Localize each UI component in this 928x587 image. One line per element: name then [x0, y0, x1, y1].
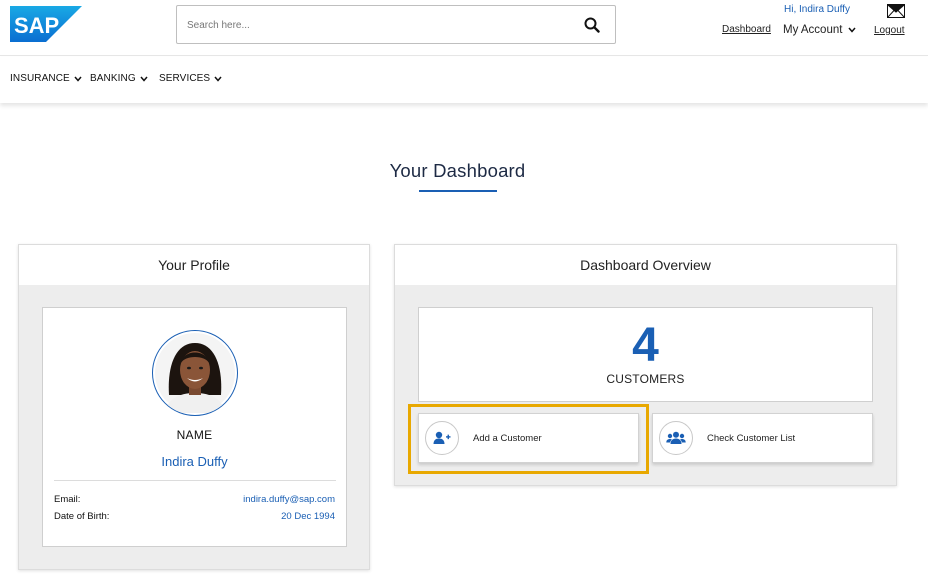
search-button[interactable]	[577, 13, 607, 37]
search-input[interactable]	[187, 14, 567, 36]
nav-item-insurance[interactable]: INSURANCE	[10, 73, 82, 84]
my-account-dropdown[interactable]: My Account	[783, 24, 857, 36]
title-underline	[419, 190, 497, 192]
mail-icon[interactable]	[887, 4, 905, 18]
users-icon	[659, 421, 693, 455]
profile-panel: Your Profile NAME Indira Duffy Email: in…	[18, 244, 370, 570]
search-icon	[584, 17, 600, 33]
chevron-down-icon	[848, 27, 857, 33]
dob-label: Date of Birth:	[54, 511, 110, 522]
search-box	[176, 5, 616, 44]
email-value: indira.duffy@sap.com	[243, 494, 335, 505]
divider	[54, 480, 336, 481]
add-user-icon	[425, 421, 459, 455]
dashboard-link[interactable]: Dashboard	[722, 24, 771, 35]
check-customer-list-label: Check Customer List	[707, 432, 796, 444]
page-title: Your Dashboard	[389, 160, 526, 181]
chevron-down-icon	[214, 76, 222, 82]
nav-item-label: SERVICES	[159, 73, 211, 84]
logout-link[interactable]: Logout	[874, 25, 905, 36]
my-account-label: My Account	[783, 24, 843, 36]
customer-count-label: CUSTOMERS	[606, 372, 685, 386]
customer-count-card: 4 CUSTOMERS	[418, 307, 873, 402]
overview-panel-header: Dashboard Overview	[395, 245, 896, 285]
nav-item-services[interactable]: SERVICES	[159, 73, 222, 84]
name-label: NAME	[176, 428, 213, 442]
user-greeting: Hi, Indira Duffy	[784, 4, 850, 15]
customer-count: 4	[632, 319, 659, 372]
avatar	[152, 330, 238, 416]
profile-name: Indira Duffy	[161, 454, 228, 469]
check-customer-list-button[interactable]: Check Customer List	[652, 413, 873, 463]
profile-card: NAME Indira Duffy Email: indira.duffy@sa…	[42, 307, 347, 547]
dob-value: 20 Dec 1994	[281, 511, 335, 522]
email-label: Email:	[54, 494, 81, 505]
profile-photo	[155, 333, 235, 413]
chevron-down-icon	[74, 76, 82, 82]
main-nav: INSURANCE BANKING SERVICES	[0, 57, 928, 103]
nav-item-label: BANKING	[90, 73, 136, 84]
add-customer-button[interactable]: Add a Customer	[418, 413, 639, 463]
sap-logo[interactable]: SAP	[10, 6, 82, 42]
header: SAP Hi, Indira Duffy Dashboard My Accoun…	[0, 0, 928, 56]
nav-item-label: INSURANCE	[10, 73, 70, 84]
nav-item-banking[interactable]: BANKING	[90, 73, 148, 84]
chevron-down-icon	[140, 76, 148, 82]
profile-panel-header: Your Profile	[19, 245, 369, 285]
sap-logo-text: SAP	[14, 13, 59, 38]
add-customer-label: Add a Customer	[473, 432, 542, 444]
